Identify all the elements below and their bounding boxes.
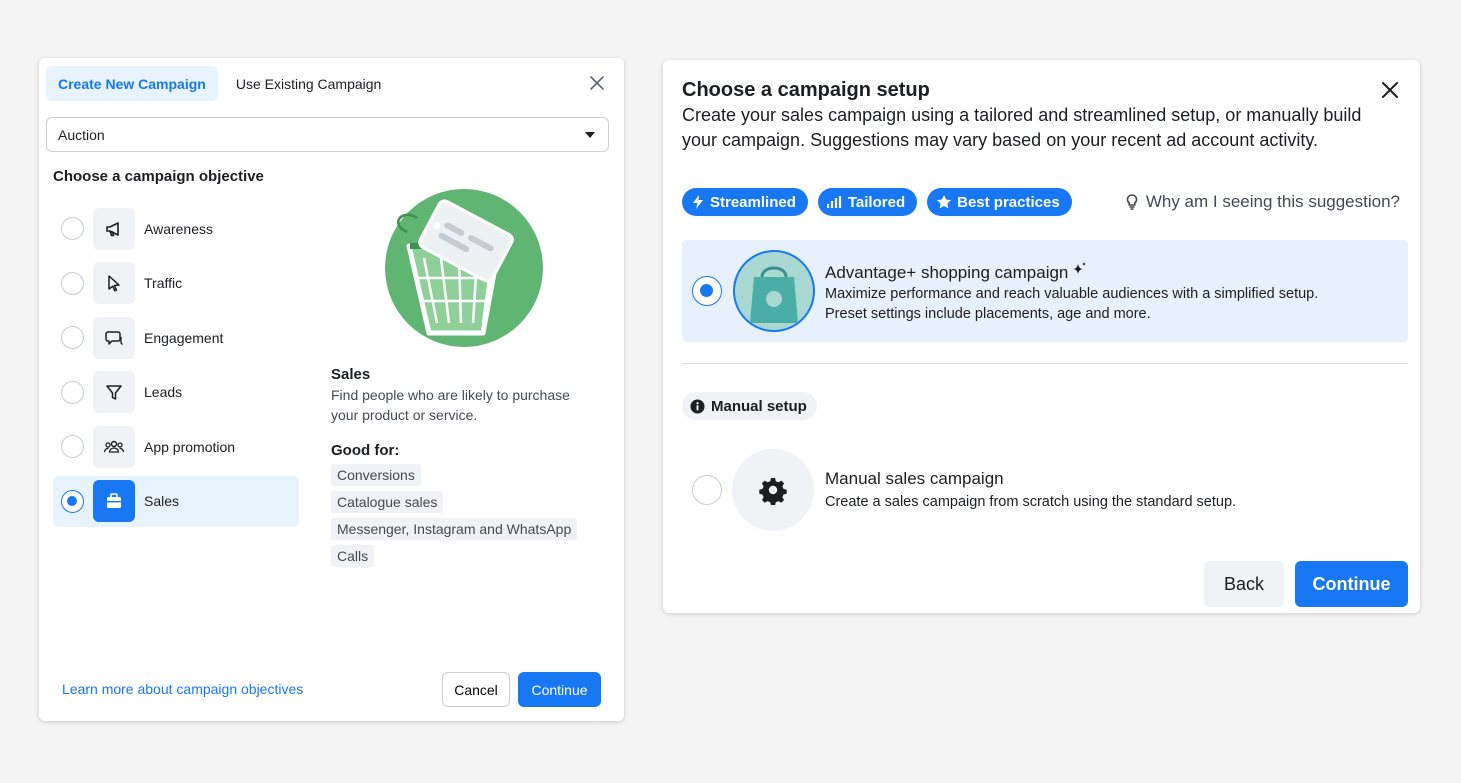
dialog-title: Choose a campaign setup bbox=[682, 79, 930, 101]
why-suggestion-text: Why am I seeing this suggestion? bbox=[1145, 192, 1400, 211]
objective-sales[interactable]: Sales bbox=[53, 475, 299, 527]
campaign-tabs: Create New Campaign Use Existing Campaig… bbox=[46, 66, 393, 101]
manual-setup-label: Manual setup bbox=[711, 397, 807, 415]
tab-use-existing-campaign[interactable]: Use Existing Campaign bbox=[224, 66, 394, 101]
gear-icon bbox=[759, 478, 787, 505]
good-for-chip: Conversions bbox=[331, 464, 421, 486]
advantage-desc-line2: Preset settings include placements, age … bbox=[825, 306, 1151, 322]
objective-detail-title: Sales bbox=[331, 366, 371, 383]
continue-button[interactable]: Continue bbox=[518, 672, 601, 707]
bar-chart-icon bbox=[826, 196, 841, 208]
pill-tailored: Tailored bbox=[817, 188, 918, 216]
shopping-bag-illustration bbox=[733, 250, 815, 332]
objective-heading: Choose a campaign objective bbox=[53, 168, 264, 185]
back-button[interactable]: Back bbox=[1204, 561, 1284, 607]
objective-radio[interactable] bbox=[61, 271, 84, 295]
good-for-chip: Messenger, Instagram and WhatsApp bbox=[331, 518, 578, 540]
objective-awareness[interactable]: Awareness bbox=[53, 203, 299, 254]
manual-setup-badge: Manual setup bbox=[682, 392, 817, 420]
objective-label: Awareness bbox=[144, 220, 214, 237]
objective-label: App promotion bbox=[144, 438, 236, 455]
lightning-icon bbox=[693, 195, 703, 209]
good-for-heading: Good for: bbox=[331, 442, 400, 459]
advantage-radio[interactable] bbox=[692, 276, 722, 306]
objective-label: Engagement bbox=[144, 329, 224, 346]
manual-title: Manual sales campaign bbox=[825, 469, 1004, 488]
why-suggestion-link[interactable]: Why am I seeing this suggestion? bbox=[1126, 192, 1400, 212]
learn-more-link[interactable]: Learn more about campaign objectives bbox=[62, 681, 303, 697]
tab-create-new-campaign[interactable]: Create New Campaign bbox=[46, 66, 218, 101]
good-for-list: Conversions Catalogue sales Messenger, I… bbox=[331, 464, 578, 572]
objective-label: Traffic bbox=[144, 275, 183, 292]
divider bbox=[682, 363, 1408, 364]
suggestion-pills: Streamlined Tailored Best practices bbox=[682, 188, 1072, 216]
objective-label: Sales bbox=[144, 493, 180, 510]
buying-type-value: Auction bbox=[58, 126, 105, 143]
pill-label: Streamlined bbox=[710, 193, 796, 211]
advantage-desc-line1: Maximize performance and reach valuable … bbox=[825, 286, 1319, 302]
objective-radio[interactable] bbox=[61, 217, 84, 240]
advantage-title: Advantage+ shopping campaign bbox=[825, 262, 1087, 283]
objective-detail-description: Find people who are likely to purchase y… bbox=[331, 387, 570, 423]
buying-type-select[interactable]: Auction bbox=[46, 117, 609, 152]
chat-bubble-icon bbox=[105, 330, 123, 345]
lightbulb-icon bbox=[1126, 194, 1138, 210]
info-icon bbox=[690, 399, 705, 413]
objective-leads[interactable]: Leads bbox=[53, 367, 299, 418]
objective-radio[interactable] bbox=[61, 380, 84, 404]
option-advantage-plus[interactable]: Advantage+ shopping campaign Maximize pe… bbox=[682, 240, 1408, 342]
objective-radio[interactable] bbox=[61, 435, 84, 459]
cancel-button[interactable]: Cancel bbox=[442, 672, 510, 707]
advantage-title-text: Advantage+ shopping campaign bbox=[825, 263, 1069, 282]
pill-label: Tailored bbox=[847, 193, 906, 211]
good-for-chip: Catalogue sales bbox=[331, 491, 444, 513]
star-icon bbox=[937, 195, 952, 209]
filter-icon bbox=[106, 385, 122, 401]
good-for-chip: Calls bbox=[331, 545, 375, 567]
people-icon bbox=[103, 440, 125, 453]
pill-label: Best practices bbox=[957, 193, 1060, 211]
shopping-bag-icon bbox=[107, 493, 121, 509]
chevron-down-icon bbox=[585, 132, 595, 138]
objective-radio[interactable] bbox=[61, 326, 84, 350]
campaign-setup-dialog: Choose a campaign setup Create your sale… bbox=[663, 60, 1420, 613]
pill-streamlined: Streamlined bbox=[682, 188, 808, 216]
manual-description: Create a sales campaign from scratch usi… bbox=[825, 494, 1237, 510]
objective-radio[interactable] bbox=[61, 489, 84, 513]
objective-engagement[interactable]: Engagement bbox=[53, 312, 299, 363]
objective-app-promotion[interactable]: App promotion bbox=[53, 421, 299, 472]
close-icon[interactable] bbox=[1380, 80, 1400, 100]
option-manual-sales[interactable]: Manual sales campaign Create a sales cam… bbox=[682, 445, 1408, 535]
objective-list: Awareness Traffic Engagement Leads App p… bbox=[53, 203, 299, 531]
sparkle-icon bbox=[1073, 262, 1087, 274]
sales-basket-illustration bbox=[385, 189, 543, 347]
manual-radio[interactable] bbox=[692, 475, 722, 505]
cursor-icon bbox=[108, 275, 120, 292]
pill-best-practices: Best practices bbox=[927, 188, 1072, 216]
close-icon[interactable] bbox=[588, 74, 606, 92]
continue-button[interactable]: Continue bbox=[1295, 561, 1408, 607]
objective-label: Leads bbox=[144, 384, 183, 401]
dialog-description: Create your sales campaign using a tailo… bbox=[682, 105, 1362, 150]
megaphone-icon bbox=[106, 221, 119, 236]
create-campaign-dialog: Create New Campaign Use Existing Campaig… bbox=[39, 58, 624, 721]
objective-traffic[interactable]: Traffic bbox=[53, 258, 299, 309]
